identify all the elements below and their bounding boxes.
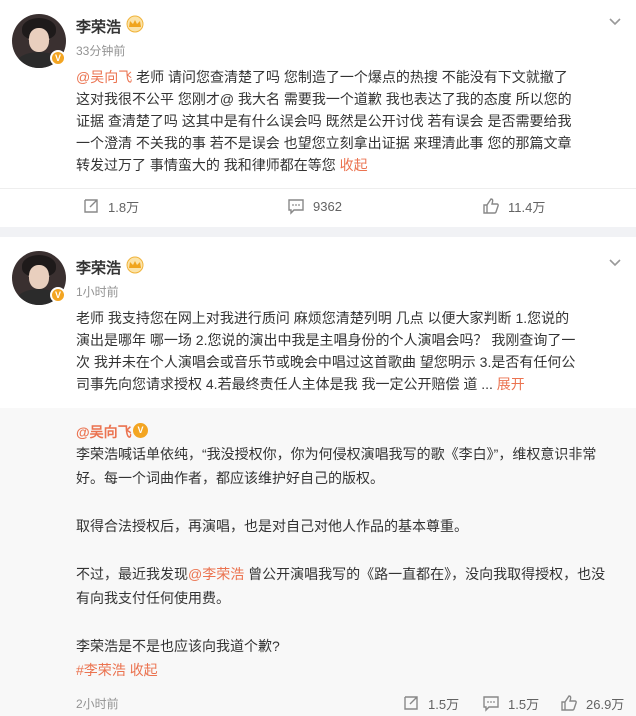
reposted-content[interactable]: @吴向飞 V 李荣浩喊话单依纯，“我没授权你，你为何侵权演唱我写的歌《李白》”，… xyxy=(0,408,636,716)
verified-badge-icon: V xyxy=(50,287,66,303)
thumbs-up-icon xyxy=(483,198,499,214)
feed-separator xyxy=(0,227,636,237)
weibo-post-2: V 李荣浩 1小时前 老师 我支持您在网上对我进行质问 麻烦您清楚列明 几点 以… xyxy=(0,237,636,716)
collapse-link[interactable]: 收起 xyxy=(340,157,368,173)
repost-hashtag-line: #李荣浩 收起 xyxy=(76,658,624,682)
post-text: 老师 我支持您在网上对我进行质问 麻烦您清楚列明 几点 以便大家判断 1.您说的… xyxy=(76,310,576,392)
like-button[interactable]: 26.9万 xyxy=(560,686,624,716)
comment-icon xyxy=(483,696,499,712)
repost-icon xyxy=(84,199,98,213)
repost-paragraph-4: 李荣浩是不是也应该向我道个歉? xyxy=(76,638,280,654)
crown-icon xyxy=(126,15,144,33)
hashtag-link[interactable]: #李荣浩 xyxy=(76,662,126,678)
repost-paragraph-1: 李荣浩喊话单依纯，“我没授权你，你为何侵权演唱我写的歌《李白》”，维权意识非常 … xyxy=(76,446,597,486)
action-bar: 1.8万 9362 11.4万 xyxy=(0,189,636,223)
repost-icon xyxy=(404,696,418,710)
author-name[interactable]: 李荣浩 xyxy=(76,257,121,278)
expand-link[interactable]: 展开 xyxy=(497,376,525,392)
repost-button[interactable]: 1.8万 xyxy=(82,189,139,223)
comment-button[interactable]: 1.5万 xyxy=(482,686,539,716)
post-time[interactable]: 33分钟前 xyxy=(76,42,125,59)
thumbs-up-icon xyxy=(561,695,577,711)
repost-time[interactable]: 2小时前 xyxy=(76,695,119,712)
verified-badge-icon: V xyxy=(50,50,66,66)
chevron-down-icon[interactable] xyxy=(608,255,622,269)
post-time[interactable]: 1小时前 xyxy=(76,283,119,300)
repost-paragraph-3: 不过，最近我发现@李荣浩 曾公开演唱我写的《路一直都在》，没向我取得授权，也没 … xyxy=(76,566,606,606)
crown-icon xyxy=(126,256,144,274)
comment-button[interactable]: 9362 xyxy=(287,189,342,223)
verified-badge-icon: V xyxy=(133,423,148,438)
like-button[interactable]: 11.4万 xyxy=(482,189,545,223)
mention-link[interactable]: @吴向飞 xyxy=(76,69,132,85)
repost-author[interactable]: @吴向飞 xyxy=(76,422,132,442)
post-text: @吴向飞 老师 请问您查清楚了吗 您制造了一个爆点的热搜 不能没有下文就撤了 这… xyxy=(76,69,572,173)
comment-icon xyxy=(288,199,304,215)
chevron-down-icon[interactable] xyxy=(608,14,622,28)
repost-button[interactable]: 1.5万 xyxy=(402,686,459,716)
repost-paragraph-2: 取得合法授权后，再演唱，也是对自己对他人作品的基本尊重。 xyxy=(76,518,468,534)
collapse-link[interactable]: 收起 xyxy=(130,662,158,678)
weibo-post-1: V 李荣浩 33分钟前 @吴向飞 老师 请问您查清楚了吗 您制造了一个爆点的热搜… xyxy=(0,0,636,227)
mention-link[interactable]: @李荣浩 xyxy=(188,566,244,582)
author-name[interactable]: 李荣浩 xyxy=(76,16,121,37)
